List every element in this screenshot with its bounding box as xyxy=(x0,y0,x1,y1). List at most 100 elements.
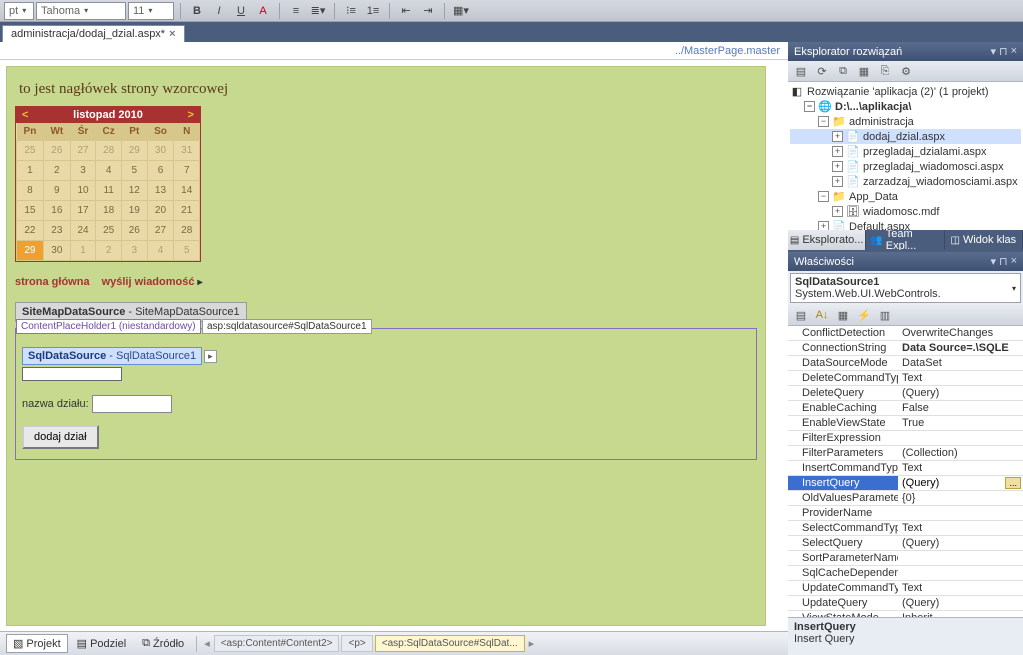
calendar-cell[interactable]: 30 xyxy=(43,241,70,261)
copy-web-icon[interactable]: ⎘ xyxy=(876,63,894,79)
pin-icon[interactable]: ⊓ xyxy=(999,45,1008,58)
property-row-insertcommandtype[interactable]: InsertCommandTypeText xyxy=(788,461,1023,476)
expand-icon[interactable]: − xyxy=(804,101,815,112)
expand-icon[interactable]: + xyxy=(832,176,843,187)
property-row-sqlcachedependency[interactable]: SqlCacheDependency xyxy=(788,566,1023,581)
property-row-enableviewstate[interactable]: EnableViewStateTrue xyxy=(788,416,1023,431)
calendar-cell[interactable]: 22 xyxy=(17,221,44,241)
property-value[interactable]: (Query) xyxy=(898,536,1023,550)
property-row-deletequery[interactable]: DeleteQuery(Query) xyxy=(788,386,1023,401)
smart-tag-arrow[interactable]: ▸ xyxy=(204,350,217,363)
property-value[interactable] xyxy=(898,551,1023,565)
bullet-list-button[interactable]: ⁝≡ xyxy=(341,2,361,20)
expand-icon[interactable]: + xyxy=(832,161,843,172)
tree-item-przegladaj-wiadomosci-aspx[interactable]: +📄przegladaj_wiadomosci.aspx xyxy=(790,159,1021,174)
property-value[interactable]: DataSet xyxy=(898,356,1023,370)
tree-item-wiadomosc-mdf[interactable]: +🗄wiadomosc.mdf xyxy=(790,204,1021,219)
cph-tag[interactable]: ContentPlaceHolder1 (niestandardowy) xyxy=(16,319,201,334)
nav-send[interactable]: wyślij wiadomość ▸ xyxy=(102,276,203,288)
dropdown-icon[interactable]: ▾ xyxy=(990,255,996,268)
pin-icon[interactable]: ⊓ xyxy=(999,255,1008,268)
ellipsis-button[interactable]: ... xyxy=(1005,477,1021,489)
property-row-sortparametername[interactable]: SortParameterName xyxy=(788,551,1023,566)
properties-header[interactable]: Właściwości ▾ ⊓ × xyxy=(788,252,1023,271)
tree-item-dodaj-dzial-aspx[interactable]: +📄dodaj_dzial.aspx xyxy=(790,129,1021,144)
property-value[interactable]: {0} xyxy=(898,491,1023,505)
calendar-cell[interactable]: 26 xyxy=(122,221,148,241)
calendar-cell[interactable]: 11 xyxy=(96,181,122,201)
close-icon[interactable]: × xyxy=(1011,45,1017,58)
calendar-cell[interactable]: 21 xyxy=(174,201,200,221)
tab-team-explorer[interactable]: 👥 Team Expl... xyxy=(866,230,944,250)
calendar-cell[interactable]: 13 xyxy=(147,181,174,201)
pages-icon[interactable]: ▥ xyxy=(876,307,894,323)
paragraph-combo[interactable]: pt▾ xyxy=(4,2,34,20)
tree-item-default-aspx[interactable]: +📄Default.aspx xyxy=(790,219,1021,230)
calendar-cell[interactable]: 16 xyxy=(43,201,70,221)
nest-icon[interactable]: ⧉ xyxy=(834,63,852,79)
close-icon[interactable]: × xyxy=(1011,255,1017,268)
property-row-connectionstring[interactable]: ConnectionStringData Source=.\SQLE xyxy=(788,341,1023,356)
refresh-icon[interactable]: ⟳ xyxy=(813,63,831,79)
calendar-cell[interactable]: 9 xyxy=(43,181,70,201)
dzial-name-input[interactable] xyxy=(92,395,172,413)
show-all-icon[interactable]: ▦ xyxy=(855,63,873,79)
property-value[interactable]: (Collection) xyxy=(898,446,1023,460)
property-value[interactable] xyxy=(898,506,1023,520)
categorized-icon[interactable]: ▤ xyxy=(792,307,810,323)
breadcrumb-content2[interactable]: <asp:Content#Content2> xyxy=(214,635,340,652)
calendar-cell[interactable]: 2 xyxy=(96,241,122,261)
tree-item-zarzadzaj-wiadomosciami-aspx[interactable]: +📄zarzadzaj_wiadomosciami.aspx xyxy=(790,174,1021,189)
calendar-cell[interactable]: 30 xyxy=(147,141,174,161)
property-row-enablecaching[interactable]: EnableCachingFalse xyxy=(788,401,1023,416)
calendar-cell[interactable]: 25 xyxy=(96,221,122,241)
calendar-cell[interactable]: 25 xyxy=(17,141,44,161)
calendar-cell[interactable]: 27 xyxy=(70,141,96,161)
asp-tag[interactable]: asp:sqldatasource#SqlDataSource1 xyxy=(202,319,372,334)
calendar-cell[interactable]: 23 xyxy=(43,221,70,241)
calendar-cell[interactable]: 3 xyxy=(70,161,96,181)
nav-home[interactable]: strona główna xyxy=(15,276,90,288)
property-value[interactable] xyxy=(898,566,1023,580)
calendar-cell[interactable]: 7 xyxy=(174,161,200,181)
add-dzial-button[interactable]: dodaj dział xyxy=(22,425,99,449)
properties-object-combo[interactable]: SqlDataSource1 System.Web.UI.WebControls… xyxy=(790,273,1021,303)
tree-solution-root[interactable]: ◧Rozwiązanie 'aplikacja (2)' (1 projekt) xyxy=(790,84,1021,99)
calendar-cell[interactable]: 29 xyxy=(122,141,148,161)
font-color-button[interactable]: A xyxy=(253,2,273,20)
property-row-insertquery[interactable]: InsertQuery(Query)... xyxy=(788,476,1023,491)
property-row-datasourcemode[interactable]: DataSourceModeDataSet xyxy=(788,356,1023,371)
outdent-button[interactable]: ⇤ xyxy=(396,2,416,20)
expand-icon[interactable]: + xyxy=(832,146,843,157)
calendar-cell[interactable]: 14 xyxy=(174,181,200,201)
calendar-cell[interactable]: 10 xyxy=(70,181,96,201)
close-icon[interactable]: × xyxy=(169,28,175,40)
view-podziel[interactable]: ▤ Podziel xyxy=(70,634,133,653)
tree-item-app-data[interactable]: −📁App_Data xyxy=(790,189,1021,204)
property-row-providername[interactable]: ProviderName xyxy=(788,506,1023,521)
expand-icon[interactable]: + xyxy=(832,131,843,142)
calendar-cell[interactable]: 3 xyxy=(122,241,148,261)
calendar-cell[interactable]: 28 xyxy=(96,141,122,161)
property-value[interactable]: Text xyxy=(898,521,1023,535)
calendar-cell[interactable]: 18 xyxy=(96,201,122,221)
italic-button[interactable]: I xyxy=(209,2,229,20)
indent-button[interactable]: ⇥ xyxy=(418,2,438,20)
document-tab[interactable]: administracja/dodaj_dzial.aspx* × xyxy=(2,25,185,42)
property-row-conflictdetection[interactable]: ConflictDetectionOverwriteChanges xyxy=(788,326,1023,341)
property-value[interactable]: (Query) xyxy=(898,386,1023,400)
calendar-cell[interactable]: 28 xyxy=(174,221,200,241)
calendar-cell[interactable]: 12 xyxy=(122,181,148,201)
solution-explorer-header[interactable]: Eksplorator rozwiązań ▾ ⊓ × xyxy=(788,42,1023,61)
asp-config-icon[interactable]: ⚙ xyxy=(897,63,915,79)
property-row-deletecommandtype[interactable]: DeleteCommandTypeText xyxy=(788,371,1023,386)
property-row-selectquery[interactable]: SelectQuery(Query) xyxy=(788,536,1023,551)
property-value[interactable] xyxy=(898,431,1023,445)
calendar-cell[interactable]: 5 xyxy=(122,161,148,181)
calendar-cell[interactable]: 17 xyxy=(70,201,96,221)
property-value[interactable]: Text xyxy=(898,461,1023,475)
events-icon[interactable]: ⚡ xyxy=(855,307,873,323)
bold-button[interactable]: B xyxy=(187,2,207,20)
expand-icon[interactable]: − xyxy=(818,191,829,202)
calendar-cell[interactable]: 15 xyxy=(17,201,44,221)
